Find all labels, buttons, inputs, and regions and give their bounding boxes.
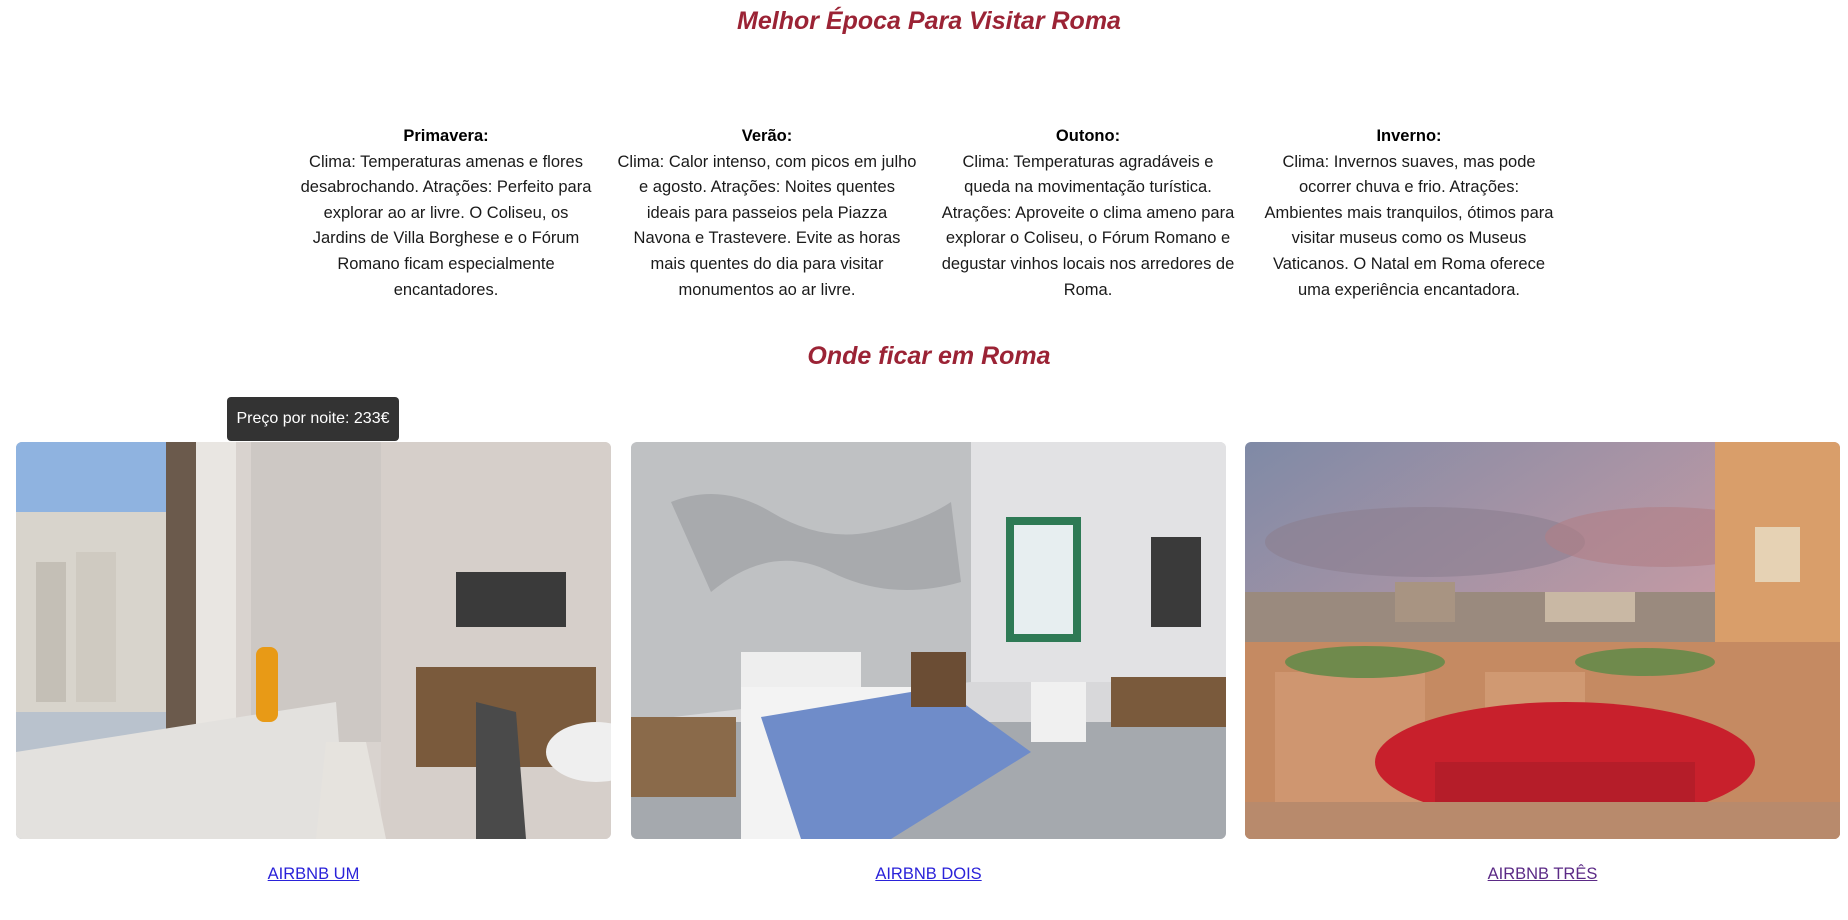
season-winter: Inverno: Clima: Invernos suaves, mas pod… <box>1259 124 1559 303</box>
season-summer: Verão: Clima: Calor intenso, com picos e… <box>617 124 917 303</box>
listing-image-3[interactable] <box>1245 442 1840 839</box>
listing-photo-bedroom <box>631 442 1226 839</box>
where-to-stay-title: Onde ficar em Roma <box>807 342 1051 370</box>
season-description: Clima: Temperaturas agradáveis e queda n… <box>941 152 1235 299</box>
season-name: Primavera: <box>403 127 489 145</box>
listing-image-1[interactable] <box>16 442 611 839</box>
listing-photo-terrace <box>1245 442 1840 839</box>
season-spring: Primavera: Clima: Temperaturas amenas e … <box>296 124 596 303</box>
season-description: Clima: Temperaturas amenas e flores desa… <box>300 152 592 299</box>
listing-link-1[interactable]: AIRBNB UM <box>16 865 611 884</box>
season-name: Outono: <box>1055 127 1121 145</box>
season-name: Inverno: <box>1376 127 1442 145</box>
listing-image-2[interactable] <box>631 442 1226 839</box>
listing-photo-room-fountain <box>16 442 611 839</box>
listing-link-3[interactable]: AIRBNB TRÊS <box>1245 865 1840 884</box>
season-description: Clima: Calor intenso, com picos em julho… <box>617 152 917 299</box>
season-name: Verão: <box>741 127 793 145</box>
best-time-title: Melhor Época Para Visitar Roma <box>737 7 1121 35</box>
season-description: Clima: Invernos suaves, mas pode ocorrer… <box>1264 152 1554 299</box>
price-tooltip: Preço por noite: 233€ <box>227 397 399 441</box>
season-autumn: Outono: Clima: Temperaturas agradáveis e… <box>938 124 1238 303</box>
listing-link-2[interactable]: AIRBNB DOIS <box>631 865 1226 884</box>
